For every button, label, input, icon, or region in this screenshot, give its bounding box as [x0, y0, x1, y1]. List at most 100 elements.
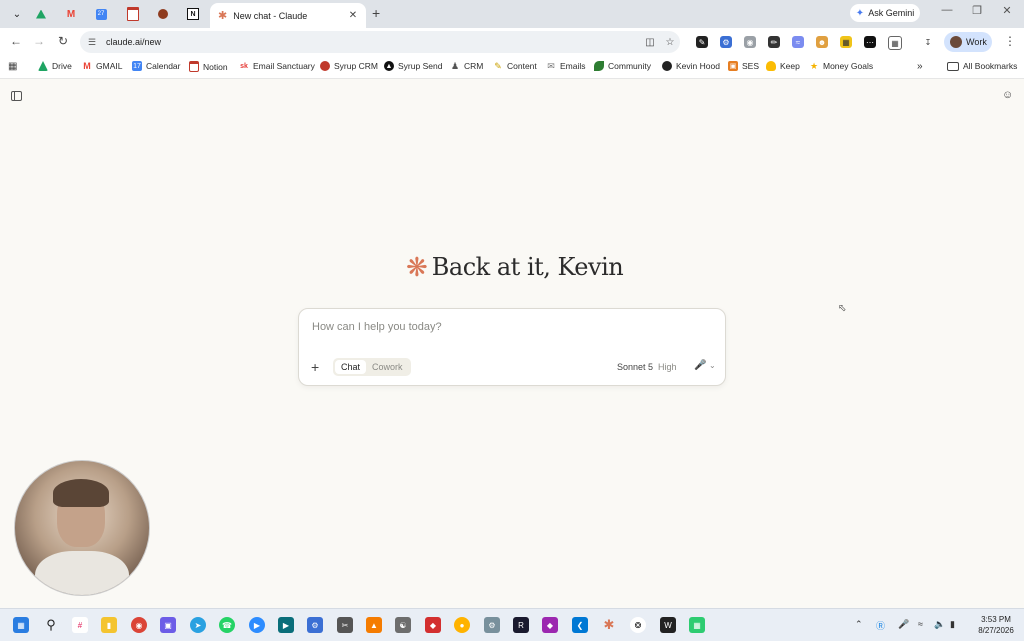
- install-app-icon[interactable]: ◫: [640, 37, 660, 48]
- claude-app-icon[interactable]: ✱: [601, 617, 617, 633]
- microphone-icon[interactable]: 🎤: [694, 360, 706, 371]
- broadcast-extension-icon[interactable]: ≈: [792, 36, 804, 48]
- settings-app-icon[interactable]: ⚙: [307, 617, 323, 633]
- pen-extension-icon[interactable]: ✏: [768, 36, 780, 48]
- app-orb-icon[interactable]: ●: [454, 617, 470, 633]
- microphone-tray-icon[interactable]: 🎤: [898, 619, 909, 630]
- bookmarks-overflow-button[interactable]: »: [917, 61, 923, 72]
- back-arrow-icon[interactable]: ←: [8, 34, 24, 48]
- vscode-icon[interactable]: ❮: [572, 617, 588, 633]
- extension-icon-2[interactable]: ⚙: [720, 36, 732, 48]
- pinned-tab-syrup[interactable]: [150, 5, 176, 23]
- bookmark-email-sanctuary[interactable]: sk Email Sanctuary: [239, 61, 315, 71]
- bookmark-money-goals[interactable]: ★ Money Goals: [809, 61, 873, 71]
- site-info-icon[interactable]: ☰: [88, 37, 102, 48]
- zoom-icon[interactable]: ▶: [249, 617, 265, 633]
- bookmark-ses[interactable]: ▣ SES: [728, 61, 759, 71]
- bookmark-calendar[interactable]: 17 Calendar: [132, 61, 181, 71]
- app-green-icon[interactable]: ▦: [689, 617, 705, 633]
- all-bookmarks-button[interactable]: All Bookmarks: [947, 61, 1017, 71]
- incognito-chat-icon[interactable]: ☺: [1002, 89, 1013, 101]
- pinned-tab-notion[interactable]: N: [180, 5, 206, 23]
- extension-icon-1[interactable]: ✎: [696, 36, 708, 48]
- effort-selector[interactable]: High: [658, 362, 677, 372]
- restore-icon[interactable]: ❐: [966, 4, 988, 17]
- telegram-icon[interactable]: ➤: [190, 617, 206, 633]
- wifi-icon[interactable]: ≈: [918, 619, 923, 629]
- slack-icon[interactable]: #: [72, 617, 88, 633]
- tab-claude-new-chat[interactable]: ✱ New chat - Claude ✕: [210, 3, 366, 28]
- close-window-icon[interactable]: ✕: [996, 4, 1018, 17]
- bookmark-label: CRM: [464, 61, 484, 71]
- pinned-tab-gmail[interactable]: M: [58, 5, 84, 23]
- minimize-icon[interactable]: —: [936, 4, 958, 16]
- gimp-icon[interactable]: ☯: [395, 617, 411, 633]
- camera-extension-icon[interactable]: ◉: [744, 36, 756, 48]
- app-violet-icon[interactable]: ◆: [542, 617, 558, 633]
- browser-menu-icon[interactable]: ⋮: [1002, 34, 1018, 48]
- start-windows-icon[interactable]: ▦: [13, 617, 29, 633]
- dots-extension-icon[interactable]: ⋯: [864, 36, 876, 48]
- bookmark-community[interactable]: Community: [594, 61, 651, 71]
- close-tab-icon[interactable]: ✕: [346, 10, 360, 21]
- snipping-icon[interactable]: ✂: [337, 617, 353, 633]
- pinned-tab-calendar-alt[interactable]: [120, 5, 146, 23]
- url-text[interactable]: claude.ai/new: [106, 37, 640, 47]
- profile-button[interactable]: Work: [944, 32, 992, 52]
- bookmark-keep[interactable]: Keep: [766, 61, 800, 71]
- bookmark-label: Drive: [52, 61, 72, 71]
- apps-grid-icon[interactable]: ▦: [8, 61, 17, 72]
- search-icon[interactable]: ⚲: [43, 617, 59, 633]
- reload-icon[interactable]: ↻: [55, 34, 71, 48]
- vlc-icon[interactable]: ▲: [366, 617, 382, 633]
- chat-input[interactable]: [312, 319, 692, 335]
- notes-extension-icon[interactable]: ▦: [840, 36, 852, 48]
- forward-arrow-icon[interactable]: →: [31, 34, 47, 48]
- address-bar[interactable]: ☰ claude.ai/new ◫ ☆: [80, 31, 680, 53]
- r-app-icon[interactable]: R: [513, 617, 529, 633]
- bookmark-notion[interactable]: Notion: [189, 61, 228, 72]
- tab-title: New chat - Claude: [233, 10, 308, 21]
- file-explorer-icon[interactable]: ▮: [101, 617, 117, 633]
- bookmark-content[interactable]: ✎ Content: [493, 61, 537, 71]
- w-app-icon[interactable]: W: [660, 617, 676, 633]
- model-selector[interactable]: Sonnet 5: [617, 362, 653, 372]
- bookmark-crm[interactable]: ♟ CRM: [450, 61, 483, 71]
- claude-main: ☺ ❋ Back at it, Kevin + Chat Cowork Sonn…: [0, 79, 1024, 608]
- sidebar-toggle-icon[interactable]: [11, 91, 22, 101]
- bluetooth-icon[interactable]: Ⓡ: [876, 619, 885, 632]
- bookmark-drive[interactable]: Drive: [38, 61, 72, 71]
- add-attachment-icon[interactable]: +: [311, 359, 319, 375]
- system-clock[interactable]: 3:53 PM 8/27/2026: [974, 614, 1018, 636]
- battery-icon[interactable]: ▮: [950, 619, 955, 630]
- app-teal-icon[interactable]: ▶: [278, 617, 294, 633]
- bookmark-kevin-hood[interactable]: Kevin Hood: [662, 61, 720, 71]
- mode-cowork-button[interactable]: Cowork: [366, 360, 409, 374]
- face-extension-icon[interactable]: ☻: [816, 36, 828, 48]
- ask-gemini-button[interactable]: ✦ Ask Gemini: [850, 4, 920, 22]
- tray-overflow-chevron-icon[interactable]: ⌃: [855, 619, 863, 630]
- app-purple-icon[interactable]: ▣: [160, 617, 176, 633]
- extensions-puzzle-icon[interactable]: ▦: [888, 36, 902, 50]
- gmail-icon: M: [82, 61, 92, 71]
- bookmark-star-icon[interactable]: ☆: [660, 37, 680, 48]
- gear-app-icon[interactable]: ⚙: [484, 617, 500, 633]
- bookmark-gmail[interactable]: M GMAIL: [82, 61, 122, 71]
- pinned-tab-calendar[interactable]: 27: [88, 5, 114, 23]
- new-tab-button[interactable]: +: [372, 5, 380, 21]
- whatsapp-icon[interactable]: ☎: [219, 617, 235, 633]
- app-red-icon[interactable]: ◆: [425, 617, 441, 633]
- chrome-icon[interactable]: ◉: [131, 617, 147, 633]
- mode-switch: Chat Cowork: [333, 358, 411, 376]
- pinned-tab-drive[interactable]: [28, 5, 54, 23]
- leaf-icon: [594, 61, 604, 71]
- chatgpt-icon[interactable]: ❂: [630, 617, 646, 633]
- download-icon[interactable]: ↧: [922, 36, 934, 48]
- bookmark-syrup-crm[interactable]: Syrup CRM: [320, 61, 378, 71]
- tab-search-dropdown[interactable]: ⌄: [4, 5, 30, 23]
- volume-icon[interactable]: 🔈: [934, 619, 945, 630]
- mode-chat-button[interactable]: Chat: [335, 360, 367, 374]
- bookmark-syrup-send[interactable]: ▲ Syrup Send: [384, 61, 442, 71]
- bookmark-emails[interactable]: ✉ Emails: [546, 61, 586, 71]
- chevron-down-icon[interactable]: ⌄: [709, 361, 716, 370]
